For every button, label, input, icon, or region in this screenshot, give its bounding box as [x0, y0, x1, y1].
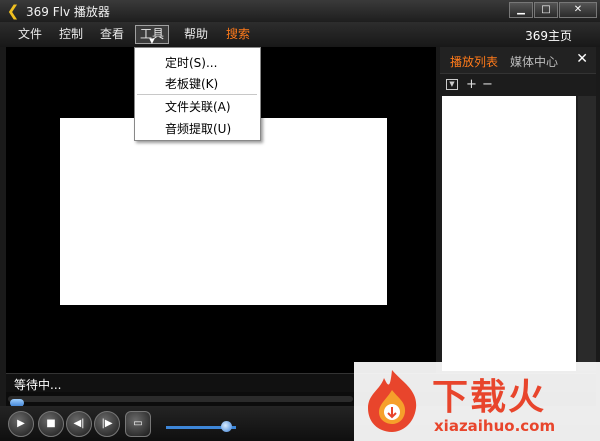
next-button[interactable]: |▶ [94, 411, 120, 437]
menu-item-audio-extract[interactable]: 音频提取(U) [165, 120, 231, 137]
menu-help[interactable]: 帮助 [180, 25, 212, 43]
menu-file[interactable]: 文件 [14, 25, 46, 43]
menu-bar: 文件 控制 查看 工具 ▼ 帮助 搜索 369主页 [0, 22, 600, 47]
folder-icon: ▭ [133, 418, 143, 429]
menu-separator [137, 94, 257, 95]
add-icon[interactable]: + [466, 77, 477, 92]
playlist-toolbar: ▼ + − [440, 73, 596, 96]
menu-tools[interactable]: 工具 ▼ [135, 25, 170, 45]
tab-media-center[interactable]: 媒体中心 [510, 53, 558, 70]
stop-icon: ■ [46, 418, 56, 429]
title-bar: ❮ 369 Flv 播放器 ▁ □ ✕ [0, 0, 600, 22]
volume-handle[interactable] [220, 421, 232, 432]
watermark: 下载火 xiazaihuo.com [354, 362, 600, 441]
stop-button[interactable]: ■ [38, 411, 64, 437]
window-title: 369 Flv 播放器 [26, 5, 110, 19]
menu-item-boss-key[interactable]: 老板键(K) [165, 75, 218, 92]
watermark-domain: xiazaihuo.com [434, 417, 556, 435]
menu-search[interactable]: 搜索 [222, 25, 254, 43]
panel-tabs: 播放列表 媒体中心 ✕ [440, 47, 596, 73]
playlist-list[interactable] [442, 96, 576, 371]
seek-track[interactable] [8, 396, 353, 407]
playlist-scrollbar[interactable] [578, 96, 596, 371]
play-icon: ▶ [17, 418, 25, 429]
close-icon[interactable]: ✕ [576, 51, 588, 67]
close-button[interactable]: ✕ [559, 2, 597, 18]
tab-playlist[interactable]: 播放列表 [450, 53, 498, 70]
previous-button[interactable]: ◀| [66, 411, 92, 437]
flame-logo-icon [368, 370, 417, 432]
menu-item-timer[interactable]: 定时(S)... [165, 54, 217, 71]
menu-view[interactable]: 查看 [96, 25, 128, 43]
remove-icon[interactable]: − [482, 77, 493, 92]
maximize-button[interactable]: □ [534, 2, 558, 18]
minimize-button[interactable]: ▁ [509, 2, 533, 18]
previous-icon: ◀| [73, 418, 85, 429]
playlist-panel: 播放列表 媒体中心 ✕ ▼ + − [440, 47, 596, 373]
status-text: 等待中... [14, 378, 62, 392]
open-file-button[interactable]: ▭ [125, 411, 151, 437]
play-button[interactable]: ▶ [8, 411, 34, 437]
next-icon: |▶ [101, 418, 113, 429]
video-frame [60, 118, 387, 305]
watermark-brand: 下载火 [432, 377, 547, 418]
menu-item-file-association[interactable]: 文件关联(A) [165, 98, 231, 115]
menu-control[interactable]: 控制 [55, 25, 87, 43]
app-logo-icon: ❮ [6, 2, 20, 20]
dropdown-icon[interactable]: ▼ [446, 79, 458, 90]
tools-dropdown-menu: 定时(S)... 老板键(K) 文件关联(A) 音频提取(U) [134, 47, 261, 141]
home-link[interactable]: 369主页 [525, 27, 572, 44]
